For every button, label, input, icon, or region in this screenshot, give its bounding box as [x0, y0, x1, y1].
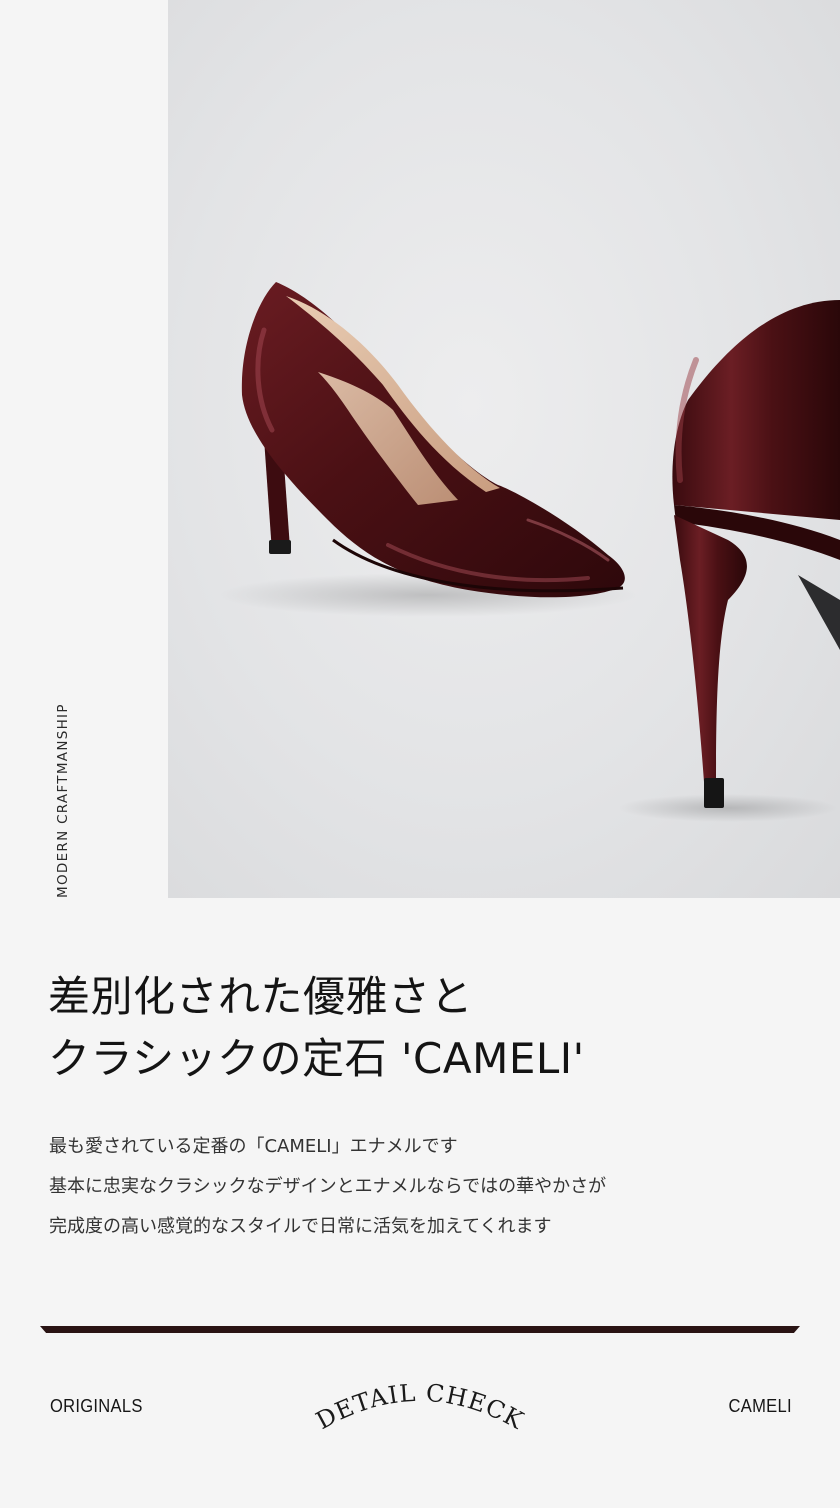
detail-check-text: DETAIL CHECK	[311, 1379, 527, 1435]
side-caption: MODERN CRAFTMANSHIP	[55, 703, 71, 898]
headline-line-2: クラシックの定石 'CAMELI'	[48, 1034, 585, 1083]
burgundy-pumps-image	[218, 282, 840, 822]
description: 最も愛されている定番の「CAMELI」エナメルです 基本に忠実なクラシックなデザ…	[49, 1127, 809, 1247]
footer-cameli: CAMELI	[728, 1396, 792, 1416]
detail-check-arc-title: DETAIL CHECK	[311, 1379, 528, 1435]
headline-line-1: 差別化された優雅さと	[48, 972, 474, 1021]
svg-text:DETAIL CHECK: DETAIL CHECK	[311, 1379, 528, 1435]
description-line-3: 完成度の高い感覚的なスタイルで日常に活気を加えてくれます	[49, 1216, 552, 1237]
description-line-2: 基本に忠実なクラシックなデザインとエナメルならではの華やかさが	[49, 1176, 607, 1197]
headline: 差別化された優雅さと クラシックの定石 'CAMELI'	[48, 966, 788, 1090]
section-divider	[40, 1326, 800, 1333]
description-line-1: 最も愛されている定番の「CAMELI」エナメルです	[49, 1136, 458, 1157]
product-photo	[168, 0, 840, 898]
footer-originals: ORIGINALS	[50, 1396, 143, 1416]
